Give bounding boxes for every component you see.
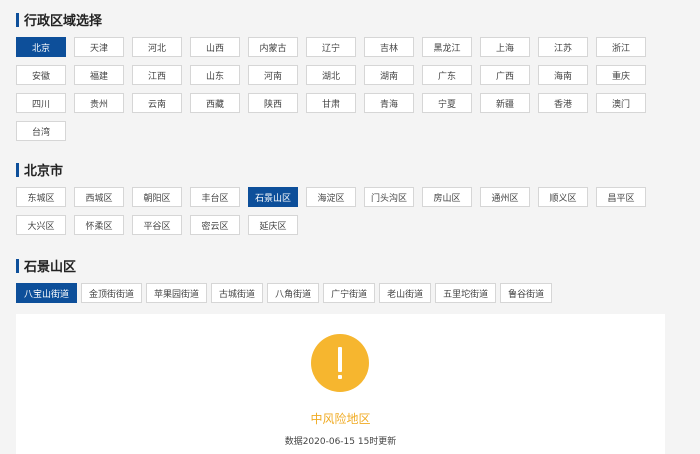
district-chip[interactable]: 通州区 [480, 187, 530, 207]
province-chip[interactable]: 四川 [16, 93, 66, 113]
province-chip[interactable]: 新疆 [480, 93, 530, 113]
district-chip[interactable]: 东城区 [16, 187, 66, 207]
district-title-text: 北京市 [24, 164, 64, 179]
district-chip[interactable]: 怀柔区 [74, 215, 124, 235]
province-chip[interactable]: 重庆 [596, 65, 646, 85]
province-chip[interactable]: 陕西 [248, 93, 298, 113]
district-chip[interactable]: 门头沟区 [364, 187, 414, 207]
district-chip[interactable]: 顺义区 [538, 187, 588, 207]
street-chip[interactable]: 古城街道 [211, 283, 264, 303]
district-chip[interactable]: 大兴区 [16, 215, 66, 235]
street-chip[interactable]: 八宝山街道 [16, 283, 78, 303]
province-chip[interactable]: 辽宁 [306, 37, 356, 57]
province-chip[interactable]: 河北 [132, 37, 182, 57]
district-chip[interactable]: 丰台区 [190, 187, 240, 207]
district-chip[interactable]: 昌平区 [596, 187, 646, 207]
street-section-title: 石景山区 [16, 256, 76, 275]
province-chip[interactable]: 宁夏 [422, 93, 472, 113]
province-chip[interactable]: 湖南 [364, 65, 414, 85]
title-bar [16, 12, 19, 27]
province-section-title: 行政区域选择 [16, 10, 102, 29]
street-chip[interactable]: 鲁谷街道 [500, 283, 553, 303]
province-chip[interactable]: 云南 [132, 93, 182, 113]
province-chip[interactable]: 青海 [364, 93, 414, 113]
district-chip[interactable]: 密云区 [190, 215, 240, 235]
province-chip[interactable]: 山西 [190, 37, 240, 57]
district-chip[interactable]: 延庆区 [248, 215, 298, 235]
street-row: 八宝山街道 金顶街街道 苹果园街道 古城街道 八角街道 广宁街道 老山街道 五里坨街道 鲁谷街道 [16, 283, 556, 303]
province-chip[interactable]: 台湾 [16, 121, 66, 141]
street-chip[interactable]: 五里坨街道 [435, 283, 497, 303]
province-chip[interactable]: 天津 [74, 37, 124, 57]
province-chip[interactable]: 广西 [480, 65, 530, 85]
province-chip[interactable]: 北京 [16, 37, 66, 57]
province-chip[interactable]: 福建 [74, 65, 124, 85]
province-chip[interactable]: 贵州 [74, 93, 124, 113]
district-chip[interactable]: 西城区 [74, 187, 124, 207]
province-chip[interactable]: 西藏 [190, 93, 240, 113]
street-chip[interactable]: 八角街道 [267, 283, 320, 303]
province-chip[interactable]: 山东 [190, 65, 240, 85]
risk-level-text: 中风险地区 [310, 412, 371, 426]
province-chip[interactable]: 安徽 [16, 65, 66, 85]
street-title-text: 石景山区 [24, 260, 77, 275]
street-chip[interactable]: 苹果园街道 [146, 283, 208, 303]
street-chip[interactable]: 广宁街道 [323, 283, 376, 303]
title-bar [16, 258, 19, 273]
title-bar [16, 162, 19, 177]
exclamation-icon [311, 334, 369, 392]
district-chip[interactable]: 房山区 [422, 187, 472, 207]
province-title-text: 行政区域选择 [24, 14, 103, 29]
street-chip[interactable]: 老山街道 [379, 283, 432, 303]
province-chip[interactable]: 海南 [538, 65, 588, 85]
province-chip[interactable]: 内蒙古 [248, 37, 298, 57]
province-chip[interactable]: 黑龙江 [422, 37, 472, 57]
province-chip[interactable]: 湖北 [306, 65, 356, 85]
update-time-text: 数据2020-06-15 15时更新 [284, 437, 397, 447]
district-chip[interactable]: 海淀区 [306, 187, 356, 207]
district-chip[interactable]: 朝阳区 [132, 187, 182, 207]
province-chip[interactable]: 吉林 [364, 37, 414, 57]
province-chip[interactable]: 澳门 [596, 93, 646, 113]
district-chip[interactable]: 石景山区 [248, 187, 298, 207]
district-section-title: 北京市 [16, 160, 63, 179]
province-chip[interactable]: 浙江 [596, 37, 646, 57]
risk-result-card: 中风险地区 数据2020-06-15 15时更新 [16, 314, 665, 454]
province-chip[interactable]: 上海 [480, 37, 530, 57]
province-chip[interactable]: 江苏 [538, 37, 588, 57]
street-chip[interactable]: 金顶街街道 [81, 283, 143, 303]
province-chip[interactable]: 甘肃 [306, 93, 356, 113]
province-chip[interactable]: 江西 [132, 65, 182, 85]
province-chip[interactable]: 广东 [422, 65, 472, 85]
province-chip[interactable]: 河南 [248, 65, 298, 85]
district-chip[interactable]: 平谷区 [132, 215, 182, 235]
province-chip[interactable]: 香港 [538, 93, 588, 113]
